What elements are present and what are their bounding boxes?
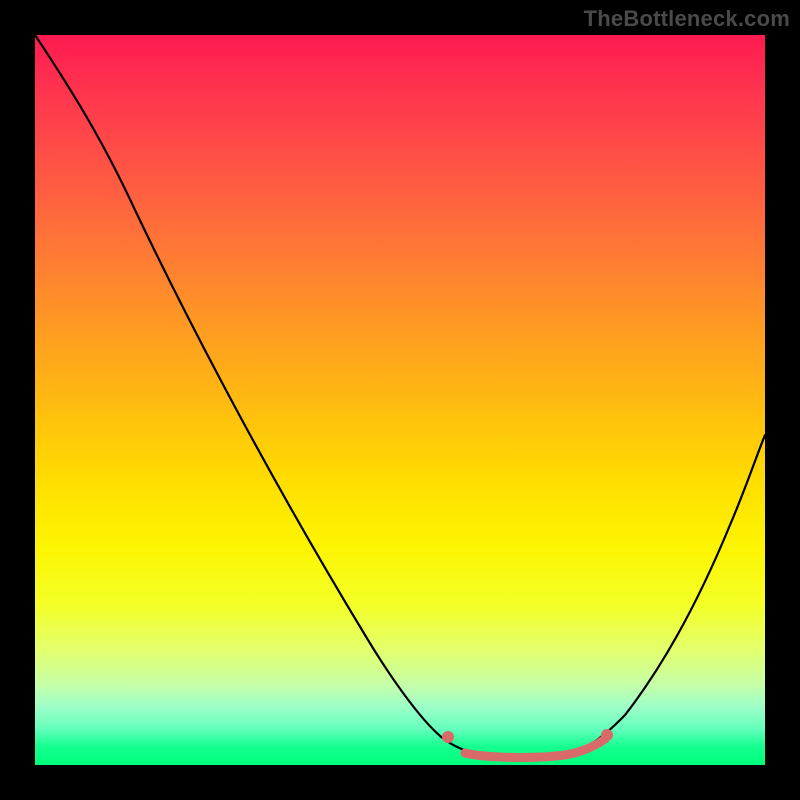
bottleneck-curve — [35, 35, 765, 759]
plot-area — [35, 35, 765, 765]
marker-left — [442, 731, 454, 743]
curve-svg — [35, 35, 765, 765]
bottom-highlight-strip — [465, 739, 605, 757]
watermark-label: TheBottleneck.com — [584, 6, 790, 32]
marker-right — [601, 729, 613, 741]
chart-frame: TheBottleneck.com — [0, 0, 800, 800]
